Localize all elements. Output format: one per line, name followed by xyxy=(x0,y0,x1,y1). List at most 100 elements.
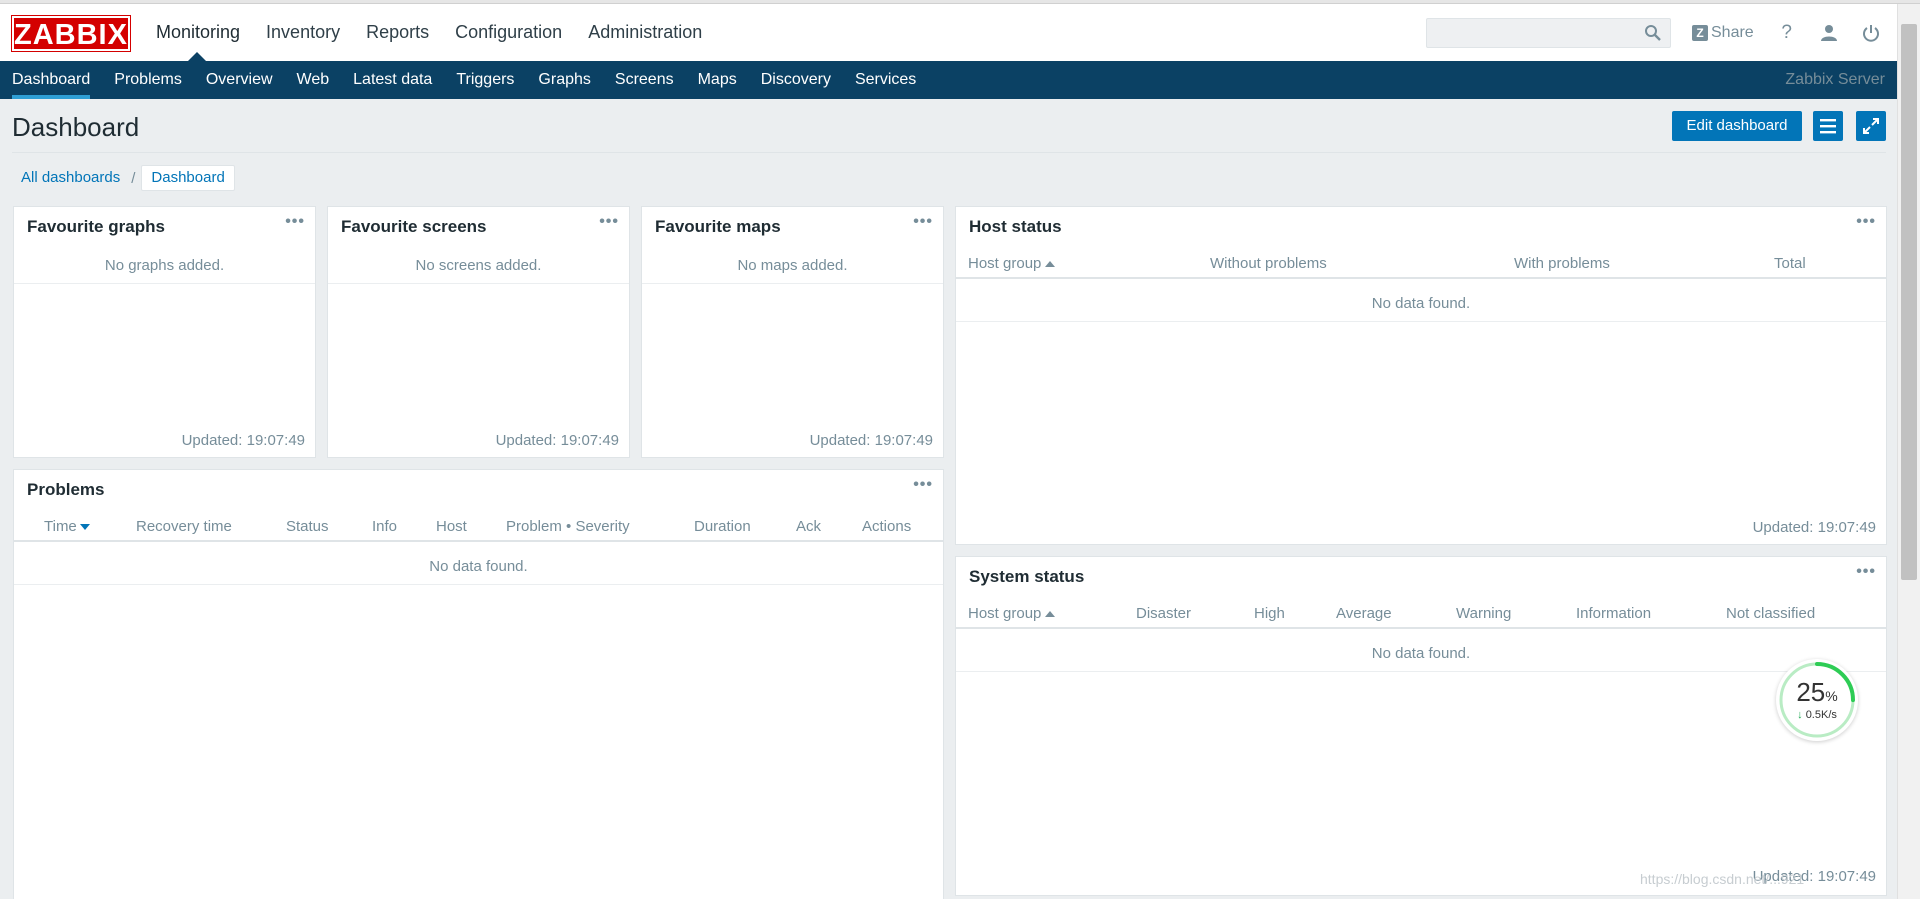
divider xyxy=(328,283,629,284)
widget-favourite-graphs: Favourite graphs ••• No graphs added. Up… xyxy=(13,206,316,458)
search-icon[interactable] xyxy=(1644,24,1662,42)
sub-navigation: Dashboard Problems Overview Web Latest d… xyxy=(0,61,1897,99)
sort-asc-icon xyxy=(1045,261,1056,267)
divider xyxy=(956,321,1886,322)
column-status: Status xyxy=(286,518,329,535)
selected-caret-icon xyxy=(188,52,206,61)
column-actions: Actions xyxy=(862,518,912,535)
column-high: High xyxy=(1254,605,1285,622)
header-divider xyxy=(12,152,1886,153)
page-title: Dashboard xyxy=(12,112,140,142)
power-icon[interactable] xyxy=(1860,22,1882,44)
column-host-group[interactable]: Host group xyxy=(968,255,1056,272)
widget-favourite-screens: Favourite screens ••• No screens added. … xyxy=(327,206,630,458)
widget-menu-icon[interactable]: ••• xyxy=(599,213,619,231)
search-input[interactable] xyxy=(1426,18,1671,48)
gauge-percent-unit: % xyxy=(1825,688,1838,704)
subnav-triggers[interactable]: Triggers xyxy=(444,61,526,99)
edit-dashboard-button[interactable]: Edit dashboard xyxy=(1672,111,1802,141)
help-icon[interactable]: ? xyxy=(1776,22,1798,44)
widget-menu-icon[interactable]: ••• xyxy=(1856,213,1876,231)
subnav-screens[interactable]: Screens xyxy=(603,61,686,99)
menu-reports[interactable]: Reports xyxy=(353,4,442,61)
breadcrumb-current[interactable]: Dashboard xyxy=(141,165,235,191)
top-bar: ZABBIX Monitoring Inventory Reports Conf… xyxy=(0,4,1897,61)
breadcrumb: All dashboards / Dashboard xyxy=(12,165,235,191)
column-host-group-label: Host group xyxy=(968,255,1042,272)
widget-title: System status xyxy=(969,567,1085,586)
empty-message: No data found. xyxy=(1371,295,1471,312)
subnav-maps[interactable]: Maps xyxy=(686,61,749,99)
divider xyxy=(14,584,943,585)
fullscreen-button[interactable] xyxy=(1856,111,1886,141)
widget-menu-icon[interactable]: ••• xyxy=(913,476,933,494)
scrollbar-thumb[interactable] xyxy=(1901,24,1917,580)
main-menu: Monitoring Inventory Reports Configurati… xyxy=(156,4,715,61)
column-host: Host xyxy=(436,518,467,535)
menu-inventory[interactable]: Inventory xyxy=(253,4,353,61)
column-with-problems: With problems xyxy=(1514,255,1610,272)
column-time-label: Time xyxy=(44,518,77,535)
widget-title: Favourite screens xyxy=(341,217,487,236)
subnav-latest-data[interactable]: Latest data xyxy=(341,61,444,99)
hamburger-icon xyxy=(1820,119,1836,134)
gauge-percent: 25% xyxy=(1776,677,1858,708)
column-average: Average xyxy=(1336,605,1392,622)
widget-host-status: Host status ••• Host group Without probl… xyxy=(955,206,1887,545)
gauge-speed: ↓ 0.5K/s xyxy=(1776,709,1858,721)
menu-configuration[interactable]: Configuration xyxy=(442,4,575,61)
gauge-percent-value: 25 xyxy=(1796,677,1826,707)
column-time[interactable]: Time xyxy=(44,518,90,535)
breadcrumb-all-dashboards[interactable]: All dashboards xyxy=(12,165,129,191)
subnav-services[interactable]: Services xyxy=(843,61,928,99)
server-name: Zabbix Server xyxy=(1785,71,1885,88)
subnav-overview[interactable]: Overview xyxy=(194,61,285,99)
subnav-web[interactable]: Web xyxy=(285,61,342,99)
widget-menu-icon[interactable]: ••• xyxy=(285,213,305,231)
subnav-discovery[interactable]: Discovery xyxy=(749,61,843,99)
menu-monitoring-label: Monitoring xyxy=(156,22,241,42)
table-header: Host group Disaster High Average Warning… xyxy=(956,597,1886,629)
widget-problems: Problems ••• Time Recovery time Status I… xyxy=(13,469,944,899)
subnav-dashboard[interactable]: Dashboard xyxy=(0,61,102,99)
widget-system-status: System status ••• Host group Disaster Hi… xyxy=(955,556,1887,896)
zabbix-logo[interactable]: ZABBIX xyxy=(11,15,131,52)
empty-message: No graphs added. xyxy=(104,257,225,274)
watermark: https://blog.csdn.net/...921 xyxy=(1640,871,1805,887)
menu-monitoring[interactable]: Monitoring xyxy=(156,4,253,61)
updated-time: Updated: 19:07:49 xyxy=(1752,519,1876,536)
column-duration: Duration xyxy=(694,518,751,535)
user-icon[interactable] xyxy=(1818,22,1840,44)
updated-time: Updated: 19:07:49 xyxy=(809,432,933,449)
page-scrollbar[interactable] xyxy=(1897,4,1920,899)
widget-menu-icon[interactable]: ••• xyxy=(913,213,933,231)
dashboard-menu-button[interactable] xyxy=(1813,111,1843,141)
empty-message: No data found. xyxy=(1371,645,1471,662)
column-without-problems: Without problems xyxy=(1210,255,1327,272)
table-header: Time Recovery time Status Info Host Prob… xyxy=(14,510,943,542)
widget-menu-icon[interactable]: ••• xyxy=(1856,563,1876,581)
widget-favourite-maps: Favourite maps ••• No maps added. Update… xyxy=(641,206,944,458)
widget-title: Host status xyxy=(969,217,1062,236)
menu-administration[interactable]: Administration xyxy=(575,4,715,61)
column-recovery-time: Recovery time xyxy=(136,518,232,535)
updated-time: Updated: 19:07:49 xyxy=(181,432,305,449)
table-header: Host group Without problems With problem… xyxy=(956,247,1886,279)
network-speed-gauge[interactable]: 25% ↓ 0.5K/s xyxy=(1776,659,1858,741)
column-host-group[interactable]: Host group xyxy=(968,605,1056,622)
divider xyxy=(956,671,1886,672)
empty-message: No screens added. xyxy=(415,257,542,274)
column-problem-severity: Problem • Severity xyxy=(506,518,630,535)
empty-message: No maps added. xyxy=(737,257,848,274)
subnav-problems[interactable]: Problems xyxy=(102,61,194,99)
divider xyxy=(642,283,943,284)
share-button[interactable]: Z Share xyxy=(1692,24,1754,42)
column-not-classified: Not classified xyxy=(1726,605,1816,622)
column-disaster: Disaster xyxy=(1136,605,1192,622)
empty-message: No data found. xyxy=(429,558,528,575)
fullscreen-icon xyxy=(1863,118,1879,134)
zabbix-share-icon: Z xyxy=(1692,24,1708,41)
sort-asc-icon xyxy=(1045,611,1056,617)
column-total: Total xyxy=(1774,255,1806,272)
subnav-graphs[interactable]: Graphs xyxy=(526,61,602,99)
